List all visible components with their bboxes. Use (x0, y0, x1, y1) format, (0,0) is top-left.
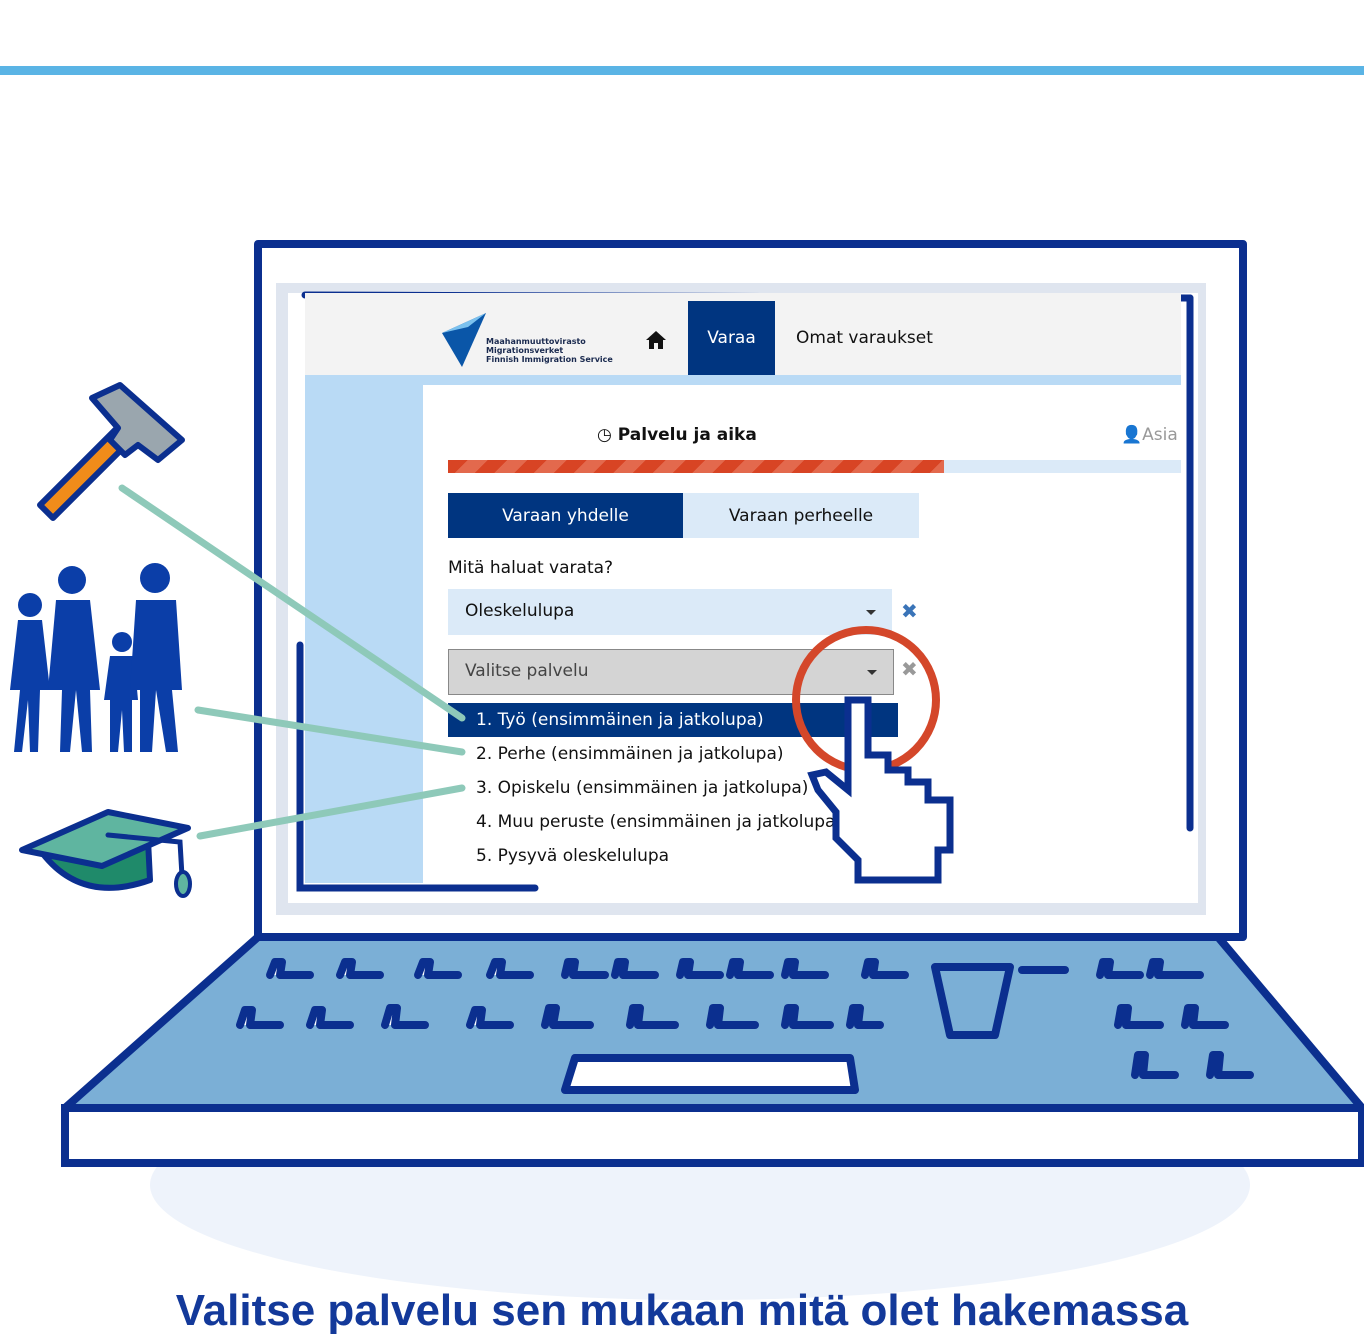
overlay-illustration (10, 382, 954, 898)
family-icon (10, 563, 182, 752)
hammer-icon (37, 382, 185, 521)
caption-text: Valitse palvelu sen mukaan mitä olet hak… (175, 1286, 1189, 1335)
graduation-cap-icon (19, 809, 192, 898)
